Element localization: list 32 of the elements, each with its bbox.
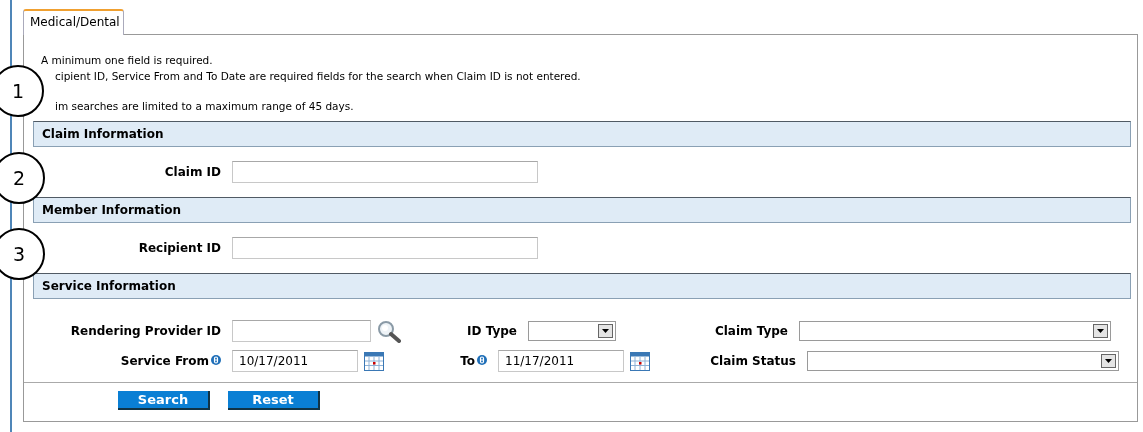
date-field[interactable]: 10/17/2011: [232, 350, 358, 372]
field-label: Recipient ID: [138, 241, 221, 255]
calendar-icon[interactable]: [630, 351, 650, 371]
field-label: Rendering Provider ID: [70, 324, 221, 338]
field-label: Claim Type: [714, 324, 788, 338]
input-field[interactable]: [232, 320, 371, 342]
caret-icon[interactable]: [601, 328, 610, 334]
field-label: Claim ID: [164, 165, 221, 179]
section-header: Member Information: [33, 197, 1131, 223]
tab[interactable]: Medical/Dental: [23, 9, 124, 35]
instruction-text: cipient ID, Service From and To Date are required fields for the search when Claim ID is not entered.: [54, 69, 582, 84]
input-field[interactable]: [232, 237, 538, 259]
section-header: Service Information: [33, 273, 1131, 299]
field-label: Service From: [120, 354, 209, 368]
instruction-text: im searches are limited to a maximum range of 45 days.: [54, 99, 355, 114]
instruction-text: A minimum one field is required.: [41, 53, 214, 68]
button[interactable]: Reset: [228, 391, 320, 410]
date-field[interactable]: 11/17/2011: [498, 350, 624, 372]
field-label: ID Type: [467, 324, 517, 338]
section-header: Claim Information: [33, 121, 1131, 147]
button[interactable]: Search: [118, 391, 210, 410]
field-label: To: [460, 354, 475, 368]
caret-icon[interactable]: [1096, 328, 1105, 334]
callout-number: 1: [0, 65, 44, 117]
field-label: Claim Status: [710, 354, 796, 368]
callout-number: 3: [0, 228, 45, 280]
dropdown[interactable]: [528, 321, 616, 341]
callout-number: 2: [0, 152, 45, 204]
input-field[interactable]: [232, 161, 538, 183]
caret-icon[interactable]: [1104, 358, 1113, 364]
search-icon[interactable]: [377, 319, 401, 343]
calendar-icon[interactable]: [364, 351, 384, 371]
